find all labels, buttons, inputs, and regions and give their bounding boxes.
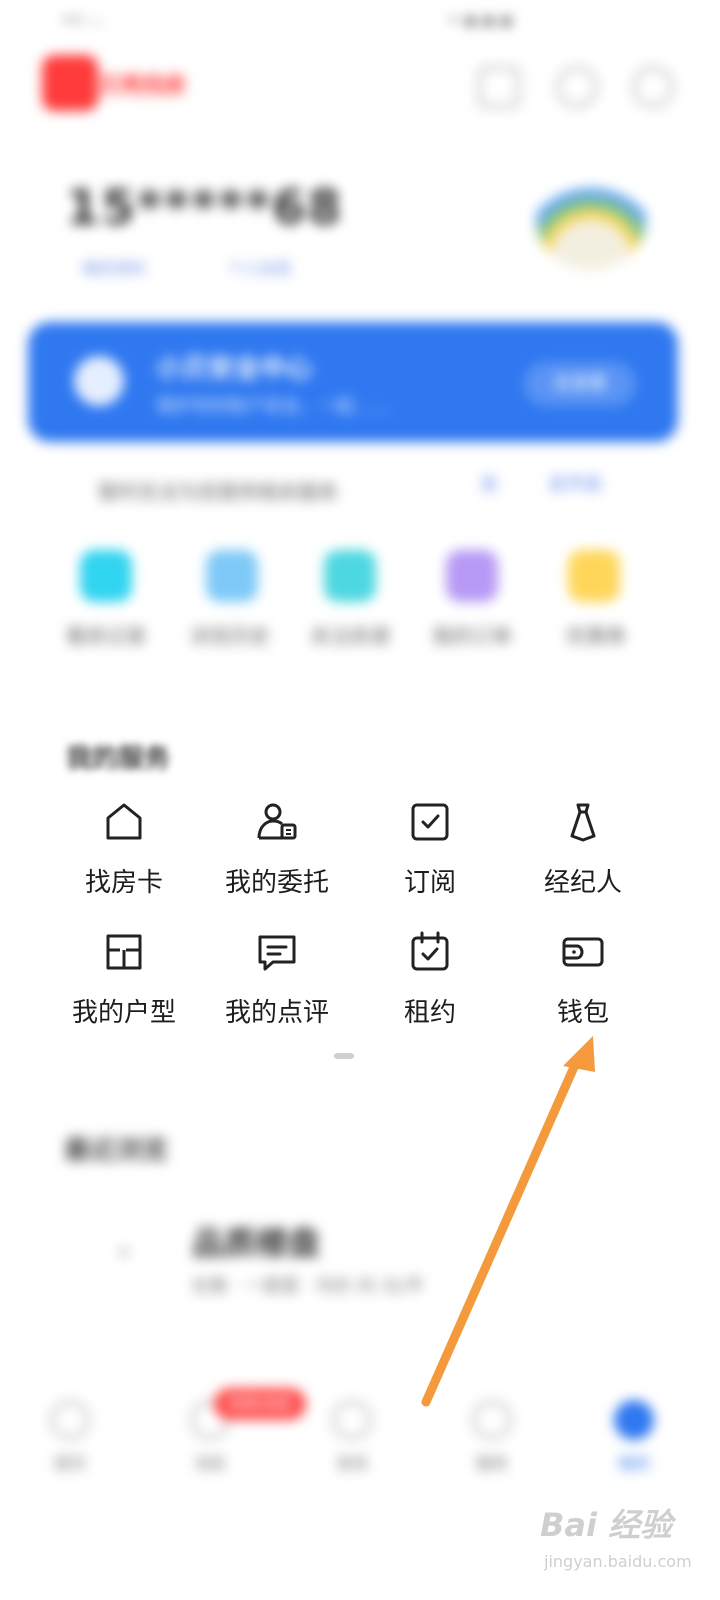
watermark-logo: Bai 经验 [540,1506,673,1544]
watermark-url: jingyan.baidu.com [544,1552,692,1571]
annotation-arrow [421,1036,595,1407]
watermark: Bai 经验 jingyan.baidu.com [540,1500,710,1580]
